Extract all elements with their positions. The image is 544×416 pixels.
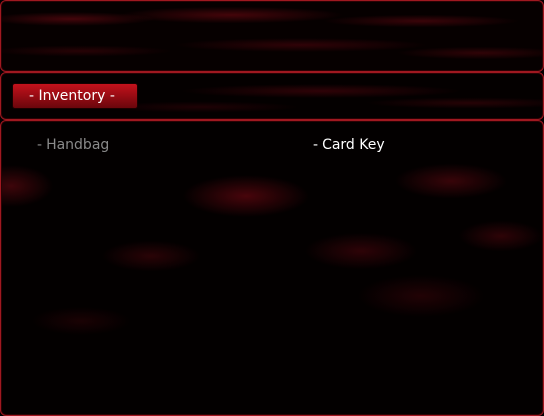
item-dash: - <box>37 137 43 153</box>
item-label: Handbag <box>46 137 110 153</box>
category-window: - Inventory - <box>0 72 544 120</box>
item-dash: - <box>313 137 319 153</box>
item-card-key[interactable]: - Card Key <box>313 135 385 155</box>
item-handbag[interactable]: - Handbag <box>37 135 109 155</box>
tab-inventory[interactable]: - Inventory - <box>13 84 137 108</box>
help-text <box>1 1 543 71</box>
item-label: Card Key <box>322 137 385 153</box>
tab-inventory-label: - Inventory - <box>29 88 115 104</box>
help-window <box>0 0 544 72</box>
item-list-window: - Handbag - Card Key <box>0 120 544 416</box>
